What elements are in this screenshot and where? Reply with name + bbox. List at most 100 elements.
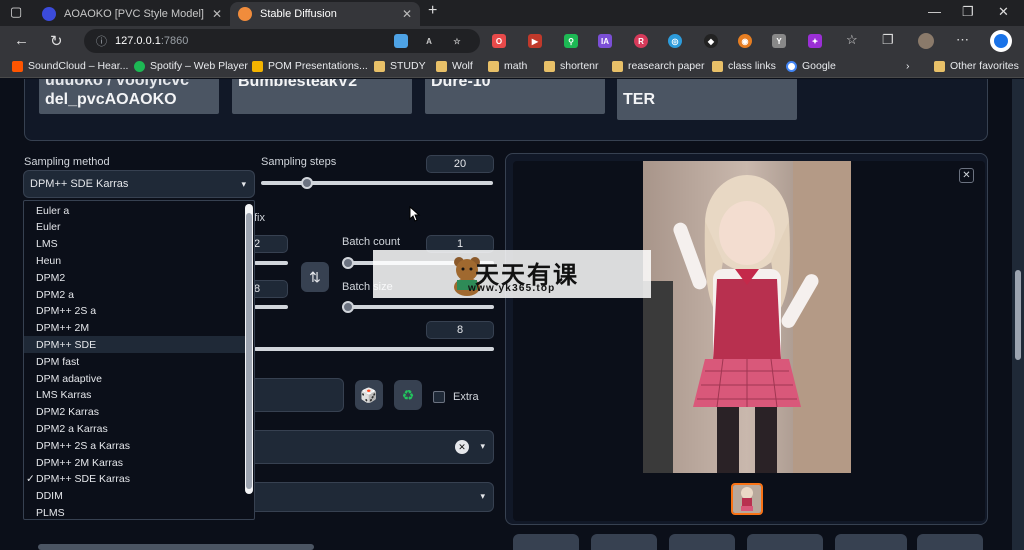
send-to-inpaint-button[interactable] <box>747 534 823 550</box>
sampling-option[interactable]: DPM2 <box>24 269 245 286</box>
extension-youtube-icon[interactable]: ▶ <box>528 34 542 48</box>
sampling-option[interactable]: DPM2 a <box>24 286 245 303</box>
bookmark-other-favorites[interactable]: Other favorites <box>934 60 1019 72</box>
width-track[interactable] <box>254 261 288 265</box>
sampling-option[interactable]: DPM2 a Karras <box>24 420 245 437</box>
model-card-pvc-aoaoko[interactable]: uuuoko / voolyicvc del_pvcAOAOKO <box>39 79 219 114</box>
bookmark-google[interactable]: Google <box>786 60 836 72</box>
reuse-seed-button[interactable]: ♻ <box>394 380 422 410</box>
tab-aoaoko[interactable]: AOAOKO [PVC Style Model] - PVC ✕ <box>34 2 230 26</box>
read-aloud-icon[interactable]: A <box>422 34 436 48</box>
model-card-dure[interactable]: Dure-10 <box>425 79 605 114</box>
random-seed-button[interactable]: 🎲 <box>355 380 383 410</box>
close-preview-button[interactable]: ✕ <box>959 168 974 183</box>
swap-dimensions-button[interactable]: ⇅ <box>301 262 329 292</box>
sampling-steps-input[interactable]: 20 <box>426 155 494 173</box>
dropdown-scroll-thumb[interactable] <box>246 213 252 489</box>
extension-orange-icon[interactable]: ◉ <box>738 34 752 48</box>
maximize-button[interactable]: ❐ <box>962 4 974 20</box>
extension-purple-icon[interactable]: ✦ <box>808 34 822 48</box>
open-folder-button[interactable] <box>917 534 983 550</box>
bookmark-pom[interactable]: POM Presentations... <box>252 60 368 72</box>
bookmark-math[interactable]: math <box>488 60 527 72</box>
more-menu-icon[interactable]: ⋯ <box>956 32 969 48</box>
favorite-star-icon[interactable]: ☆ <box>450 34 464 48</box>
cfg-scale-track[interactable] <box>254 347 494 351</box>
batch-size-track[interactable] <box>342 305 494 309</box>
bookmark-study[interactable]: STUDY <box>374 60 426 72</box>
zip-button[interactable] <box>591 534 657 550</box>
sampling-option[interactable]: Euler a <box>24 202 245 219</box>
sampling-option[interactable]: DPM fast <box>24 353 245 370</box>
seed-input[interactable] <box>250 378 344 412</box>
sampling-option[interactable]: DPM++ 2M <box>24 320 245 337</box>
bookmark-wolf[interactable]: Wolf <box>436 60 473 72</box>
new-tab-button[interactable]: + <box>428 2 437 20</box>
bing-button[interactable] <box>990 30 1012 52</box>
sampling-steps-slider-knob[interactable] <box>301 177 314 189</box>
height-input[interactable]: 8 <box>250 280 288 298</box>
extension-green-icon[interactable]: ⚲ <box>564 34 578 48</box>
sampling-option[interactable]: DPM adaptive <box>24 370 245 387</box>
horizontal-scroll-thumb[interactable] <box>38 544 314 550</box>
sampling-option[interactable]: DDIM <box>24 488 245 505</box>
bookmark-soundcloud[interactable]: SoundCloud – Hear... <box>12 60 128 72</box>
extension-opera-icon[interactable]: O <box>492 34 506 48</box>
tab-stable-diffusion[interactable]: Stable Diffusion ✕ <box>230 2 420 26</box>
extension-blue-circle-icon[interactable]: ◎ <box>668 34 682 48</box>
bookmark-class-links[interactable]: class links <box>712 60 776 72</box>
sampling-option[interactable]: DPM++ 2S a Karras <box>24 437 245 454</box>
bookmarks-overflow-icon[interactable]: › <box>906 60 910 72</box>
sampling-option[interactable]: DPM++ SDE <box>24 336 245 354</box>
clear-selection-icon[interactable]: ✕ <box>455 440 469 454</box>
tab-actions-icon[interactable]: ▢ <box>10 4 22 20</box>
extension-red-circle-icon[interactable]: R <box>634 34 648 48</box>
sampling-option[interactable]: LMS Karras <box>24 387 245 404</box>
cfg-scale-input[interactable]: 8 <box>426 321 494 339</box>
back-arrow-icon[interactable]: ← <box>14 32 29 49</box>
model-card-bumblesteak[interactable]: BumblesteakV2 <box>232 79 412 114</box>
collections-icon[interactable]: ❐ <box>882 32 894 48</box>
batch-count-slider-knob[interactable] <box>342 257 354 269</box>
bookmark-label: shortenr <box>560 60 599 72</box>
close-tab-icon[interactable]: ✕ <box>402 7 412 21</box>
sampling-option[interactable]: ✓ DPM++ SDE Karras <box>24 471 245 488</box>
model-card-ter[interactable]: TER <box>617 79 797 120</box>
second-select[interactable]: ▾ <box>250 482 494 512</box>
profile-avatar[interactable] <box>918 33 934 49</box>
address-input[interactable]: ⓘ 127.0.0.1:7860 <box>84 29 480 53</box>
close-window-button[interactable]: ✕ <box>998 4 1009 20</box>
sampling-steps-track[interactable] <box>261 181 493 185</box>
minimize-button[interactable]: — <box>928 4 941 19</box>
height-track[interactable] <box>254 305 288 309</box>
batch-size-slider-knob[interactable] <box>342 301 354 313</box>
send-to-img2img-button[interactable] <box>669 534 735 550</box>
sampling-option[interactable]: Heun <box>24 252 245 269</box>
sampling-option[interactable]: Euler <box>24 219 245 236</box>
bookmark-spotify[interactable]: Spotify – Web Player <box>134 60 248 72</box>
bookmark-shortenr[interactable]: shortenr <box>544 60 599 72</box>
reload-icon[interactable]: ↻ <box>50 32 63 50</box>
sampling-option[interactable]: DPM++ 2S a <box>24 303 245 320</box>
sampling-option[interactable]: PLMS <box>24 504 245 521</box>
close-tab-icon[interactable]: ✕ <box>212 7 222 21</box>
gallery-thumbnail[interactable] <box>731 483 763 515</box>
tag-icon[interactable] <box>394 34 408 48</box>
extension-ia-icon[interactable]: IA <box>598 34 612 48</box>
send-to-extras-button[interactable] <box>835 534 907 550</box>
sampling-method-select[interactable]: DPM++ SDE Karras ▾ <box>23 170 255 198</box>
sampling-option[interactable]: DPM2 Karras <box>24 404 245 421</box>
sampling-option[interactable]: DPM++ 2M Karras <box>24 454 245 471</box>
save-button[interactable] <box>513 534 579 550</box>
page-scroll-thumb[interactable] <box>1015 270 1021 360</box>
script-select[interactable]: ✕ ▾ <box>250 430 494 464</box>
width-input[interactable]: 2 <box>250 235 288 253</box>
sampling-option[interactable]: LMS <box>24 236 245 253</box>
favorites-icon[interactable]: ☆ <box>846 32 858 48</box>
info-icon[interactable]: ⓘ <box>96 33 107 49</box>
generated-image[interactable] <box>643 161 851 473</box>
extension-y-icon[interactable]: Y <box>772 34 786 48</box>
extra-checkbox[interactable] <box>433 391 445 403</box>
bookmark-research-paper[interactable]: reasearch paper <box>612 60 704 72</box>
extension-dark-icon[interactable]: ◆ <box>704 34 718 48</box>
